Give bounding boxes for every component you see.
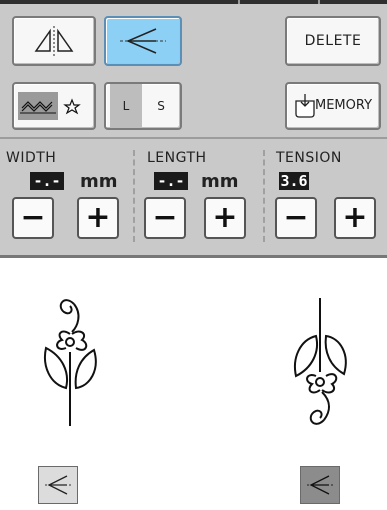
memory-button[interactable]: MEMORY	[285, 82, 381, 130]
delete-button[interactable]: DELETE	[285, 16, 381, 66]
column-divider	[133, 150, 135, 242]
plus-icon: +	[212, 200, 238, 235]
tension-minus-button[interactable]: −	[275, 197, 317, 239]
minus-icon: −	[283, 200, 309, 235]
length-minus-button[interactable]: −	[144, 197, 186, 239]
pattern-direction-right-button[interactable]	[300, 466, 340, 504]
stitch-direction-icon	[120, 28, 166, 54]
minus-icon: −	[20, 200, 46, 235]
delete-label: DELETE	[304, 33, 362, 49]
settings-panel: DELETE L S MEMORY WIDTH -.- mm − + LENGT…	[0, 0, 387, 258]
single-triple-button[interactable]	[12, 82, 96, 130]
pattern-direction-left-button[interactable]	[38, 466, 78, 504]
width-label: WIDTH	[6, 150, 57, 166]
single-triple-stitch-icon	[18, 92, 81, 120]
column-divider	[263, 150, 265, 242]
mirror-horizontal-icon	[34, 26, 74, 56]
plus-icon: +	[85, 200, 111, 235]
width-plus-button[interactable]: +	[77, 197, 119, 239]
top-bar	[0, 0, 387, 4]
tension-plus-button[interactable]: +	[334, 197, 376, 239]
panel-divider	[0, 137, 387, 139]
tension-label: TENSION	[276, 150, 342, 166]
top-bar-tick	[238, 0, 240, 4]
memory-label: MEMORY	[315, 98, 373, 113]
top-bar-tick	[318, 0, 320, 4]
tension-value: 3.6	[279, 172, 309, 190]
plus-icon: +	[342, 200, 368, 235]
mirror-button[interactable]	[12, 16, 96, 66]
length-value: -.-	[154, 172, 188, 190]
panel-bottom-edge	[0, 255, 387, 258]
length-label: LENGTH	[147, 150, 207, 166]
length-plus-button[interactable]: +	[204, 197, 246, 239]
stitch-direction-icon	[307, 475, 333, 495]
pattern-preview-mirrored	[294, 298, 347, 425]
length-unit: mm	[201, 171, 239, 192]
width-value: -.-	[30, 172, 64, 190]
width-unit: mm	[80, 171, 118, 192]
width-minus-button[interactable]: −	[12, 197, 54, 239]
size-s-option[interactable]: S	[146, 93, 176, 119]
size-l-option[interactable]: L	[111, 93, 141, 119]
minus-icon: −	[152, 200, 178, 235]
stitch-direction-icon	[45, 475, 71, 495]
pattern-preview-original	[44, 299, 97, 426]
direction-button[interactable]	[104, 16, 182, 66]
size-button[interactable]: L S	[104, 82, 182, 130]
